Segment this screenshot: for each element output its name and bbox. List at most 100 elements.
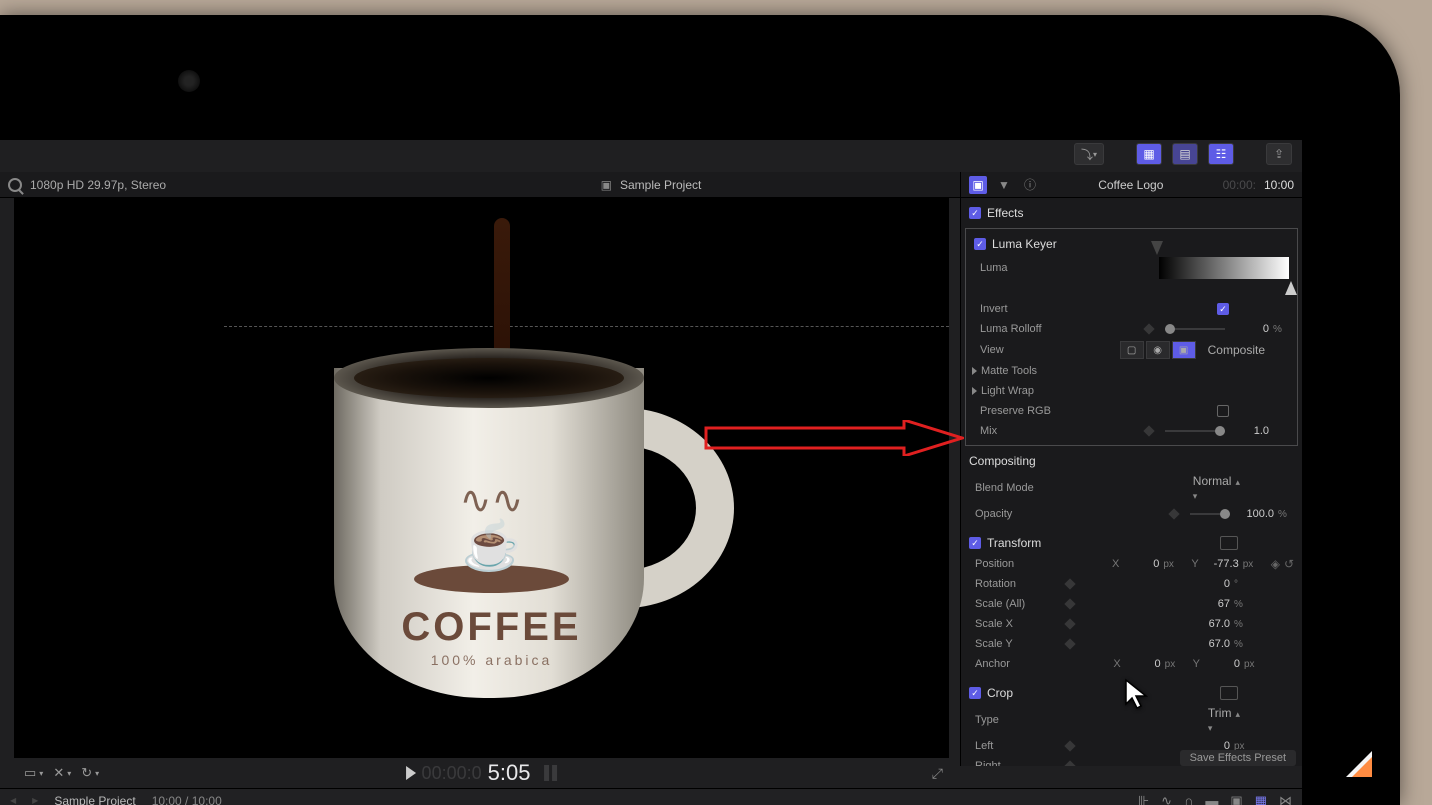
clip-duration: 10:00 [1264, 178, 1294, 192]
reset-icon[interactable]: ↺ [1284, 557, 1294, 571]
luma-keyer-section: ✓Luma Keyer Luma Invert ✓ Luma Rolloff 0… [965, 228, 1298, 446]
chevron-right-icon[interactable]: ▶ [32, 796, 38, 805]
chevron-left-icon[interactable]: ◀ [10, 796, 16, 805]
timeline-header: ◀ ▶ Sample Project 10:00 / 10:00 [0, 788, 950, 805]
layout-grid-button[interactable]: ▦ [1136, 143, 1162, 165]
crop-type-label: Type [969, 714, 1064, 726]
crop-reset-icon[interactable] [1220, 686, 1238, 700]
transitions-icon[interactable]: ⋈ [1279, 793, 1292, 805]
opacity-value[interactable]: 100.0 [1240, 508, 1274, 520]
device-frame: ⤵ ▾ ▦ ▤ ☷ ⇪ 1080p HD 29.97p, Stereo ▣ Sa… [0, 15, 1400, 805]
crop-type-dropdown[interactable]: Trim▴▾ [1208, 706, 1240, 734]
transform-checkbox-icon[interactable]: ✓ [969, 537, 981, 549]
preserve-rgb-label: Preserve RGB [974, 405, 1069, 417]
matte-tools-label[interactable]: Matte Tools [981, 365, 1289, 377]
timecode-prefix: 00:00:0 [422, 763, 482, 784]
transform-reset-icon[interactable] [1220, 536, 1238, 550]
info-tab-icon[interactable]: ⓘ [1021, 176, 1039, 194]
keyframe-icon[interactable] [1064, 760, 1076, 766]
disclosure-icon[interactable] [972, 387, 977, 395]
anchor-y-value[interactable]: 0 [1206, 658, 1240, 670]
layout-inspector-button[interactable]: ☷ [1208, 143, 1234, 165]
viewer[interactable]: ∿∿ ☕ COFFEE 100% arabica [14, 198, 949, 758]
view-mode-buttons[interactable]: ▢◉▣ [1120, 341, 1196, 359]
keyframe-icon[interactable] [1064, 618, 1076, 630]
add-keyframe-icon[interactable]: ◈ [1271, 557, 1280, 571]
invert-checkbox[interactable]: ✓ [1217, 303, 1229, 315]
solo-icon[interactable]: ∩ [1184, 793, 1193, 805]
position-label: Position [969, 558, 1064, 570]
keyframe-icon[interactable] [1064, 598, 1076, 610]
coffee-mug-image: ∿∿ ☕ COFFEE 100% arabica [244, 318, 734, 718]
clip-stack-icon: ▣ [601, 178, 612, 192]
keyframe-icon[interactable] [1143, 323, 1155, 335]
view-mode-value: Composite [1208, 343, 1265, 357]
canvas: ∿∿ ☕ COFFEE 100% arabica [14, 198, 949, 758]
skimming-icon[interactable]: ⊪ [1138, 793, 1149, 805]
keyframe-icon[interactable] [1064, 638, 1076, 650]
view-label: View [974, 344, 1069, 356]
position-x-value[interactable]: 0 [1125, 558, 1159, 570]
play-bar: ▭▾ ✕▾ ↻▾ 00:00:05:05 ⤢ [14, 758, 949, 788]
project-name: Sample Project [620, 178, 701, 192]
pause-icon[interactable] [544, 765, 557, 781]
share-button[interactable]: ⇪ [1266, 143, 1292, 165]
effects-checkbox-icon[interactable]: ✓ [969, 207, 981, 219]
audio-skim-icon[interactable]: ∿ [1161, 793, 1172, 805]
effects-section: ✓ Effects [961, 198, 1302, 228]
filter-tab-icon[interactable]: ▼ [995, 176, 1013, 194]
anchor-x-value[interactable]: 0 [1127, 658, 1161, 670]
blend-mode-dropdown[interactable]: Normal▴▾ [1193, 474, 1240, 502]
retime-button[interactable]: ↻▾ [81, 765, 99, 781]
luma-keyer-title: Luma Keyer [992, 237, 1057, 251]
keyframe-icon[interactable] [1064, 740, 1076, 752]
light-wrap-label[interactable]: Light Wrap [981, 385, 1289, 397]
scale-x-value[interactable]: 67.0 [1196, 618, 1230, 630]
rotation-label: Rotation [969, 578, 1064, 590]
luma-rolloff-label: Luma Rolloff [974, 323, 1069, 335]
video-tab-icon[interactable]: ▣ [969, 176, 987, 194]
luma-gradient-slider[interactable] [1159, 257, 1289, 279]
import-button[interactable]: ⤵ ▾ [1074, 143, 1104, 165]
compositing-title: Compositing [969, 454, 1036, 468]
timeline-time-info: 10:00 / 10:00 [152, 794, 222, 805]
keyframe-icon[interactable] [1168, 508, 1180, 520]
transform-title: Transform [987, 536, 1041, 550]
fullscreen-icon[interactable]: ⤢ [932, 765, 943, 782]
scale-all-label: Scale (All) [969, 598, 1064, 610]
crop-checkbox-icon[interactable]: ✓ [969, 687, 981, 699]
rotation-value[interactable]: 0 [1196, 578, 1230, 590]
position-y-value[interactable]: -77.3 [1205, 558, 1239, 570]
effects-browser-icon[interactable]: ▦ [1255, 793, 1267, 805]
transform-section: ✓Transform Position X0px Y-77.3px ◈↺ Rot… [961, 528, 1302, 678]
clip-name: Coffee Logo [1047, 178, 1215, 192]
effects-header: Effects [987, 206, 1023, 220]
layout-list-button[interactable]: ▤ [1172, 143, 1198, 165]
crop-right-label: Right [969, 760, 1064, 766]
save-effects-preset-button[interactable]: Save Effects Preset [1180, 750, 1296, 766]
scale-x-label: Scale X [969, 618, 1064, 630]
inspector-panel: ▣ ▼ ⓘ Coffee Logo 00:00:10:00 ✓Effects ✓… [960, 172, 1302, 766]
crop-title: Crop [987, 686, 1013, 700]
index-icon[interactable]: ▣ [1230, 793, 1242, 805]
scale-y-label: Scale Y [969, 638, 1064, 650]
search-icon[interactable] [8, 178, 22, 192]
luma-rolloff-value[interactable]: 0 [1235, 323, 1269, 335]
keyframe-icon[interactable] [1064, 578, 1076, 590]
preserve-rgb-checkbox[interactable] [1217, 405, 1229, 417]
apple-logo-icon [178, 70, 200, 92]
color-tools-button[interactable]: ✕▾ [53, 765, 71, 781]
display-options-button[interactable]: ▭▾ [24, 765, 43, 781]
corner-badge-icon [1346, 751, 1372, 777]
scale-all-value[interactable]: 67 [1196, 598, 1230, 610]
anchor-label: Anchor [969, 658, 1064, 670]
luma-keyer-checkbox-icon[interactable]: ✓ [974, 238, 986, 250]
disclosure-icon[interactable] [972, 367, 977, 375]
play-icon[interactable] [406, 766, 416, 780]
mix-value[interactable]: 1.0 [1235, 425, 1269, 437]
app-window: ⤵ ▾ ▦ ▤ ☷ ⇪ 1080p HD 29.97p, Stereo ▣ Sa… [0, 140, 1302, 805]
opacity-label: Opacity [969, 508, 1064, 520]
snap-icon[interactable]: ▬ [1205, 793, 1218, 805]
scale-y-value[interactable]: 67.0 [1196, 638, 1230, 650]
keyframe-icon[interactable] [1143, 425, 1155, 437]
